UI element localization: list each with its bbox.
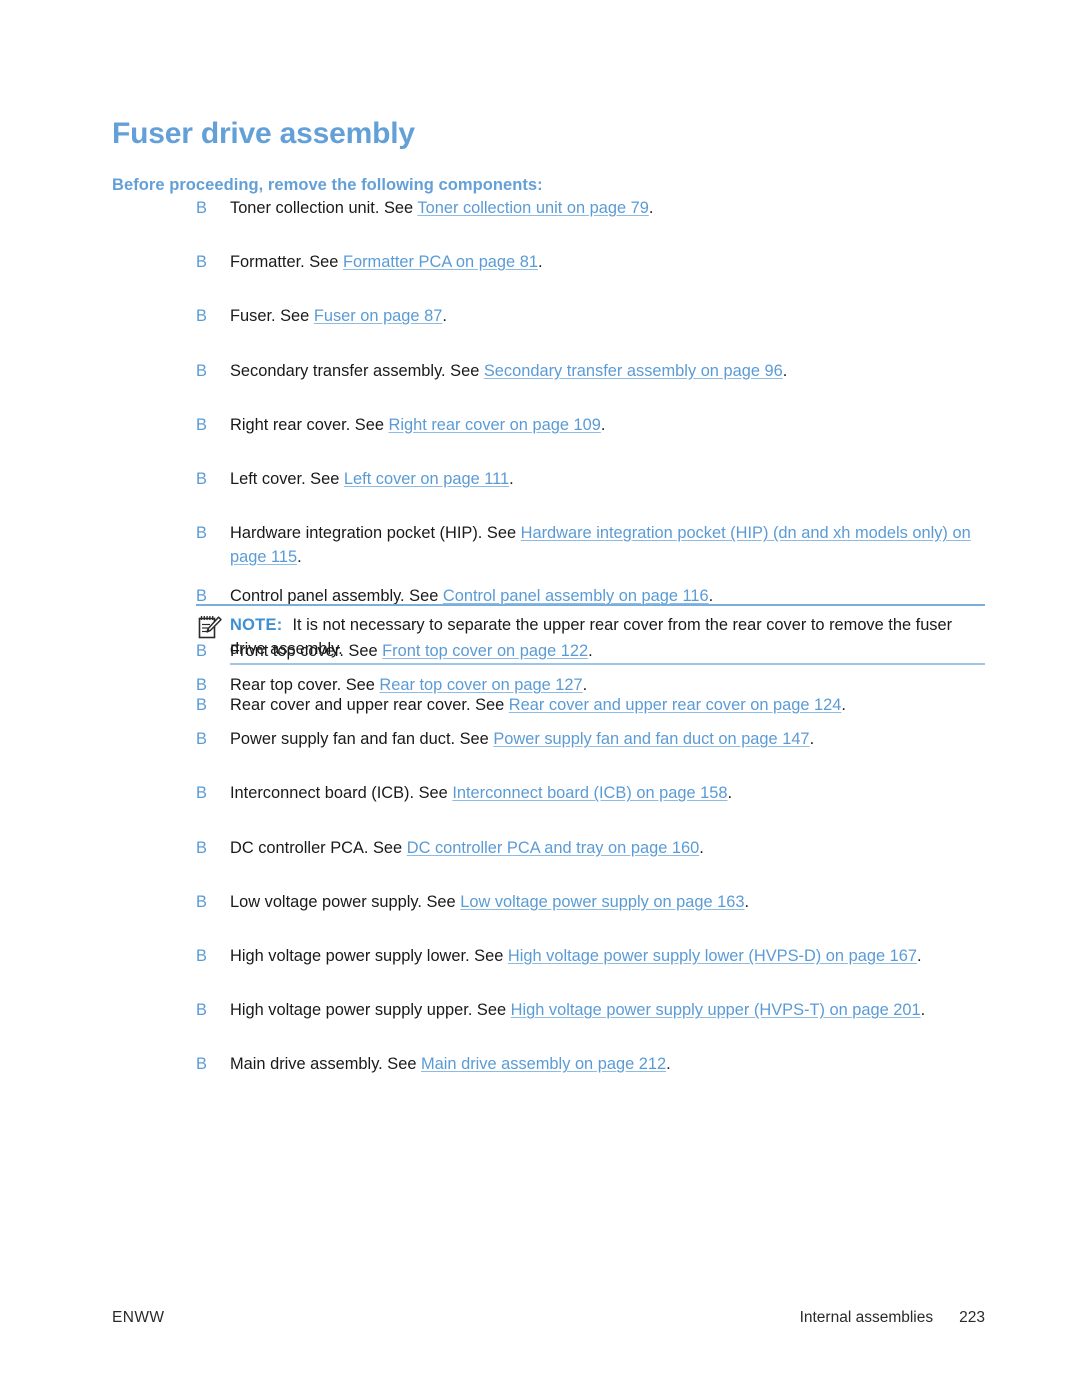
component-list-item: B Low voltage power supply. See Low volta… xyxy=(0,890,1080,929)
sentence-terminator: . xyxy=(509,469,514,488)
cross-reference-link[interactable]: Power supply fan and fan duct on page 14… xyxy=(493,730,809,748)
note-label: NOTE: xyxy=(230,616,283,634)
bullet-marker-icon: B xyxy=(196,1001,207,1020)
cross-reference-link[interactable]: Rear top cover on page 127 xyxy=(379,676,582,694)
cross-reference-link[interactable]: Formatter PCA on page 81 xyxy=(343,253,538,271)
component-description: Hardware integration pocket (HIP). See xyxy=(230,524,521,543)
component-list-item: B DC controller PCA. See DC controller PC… xyxy=(0,836,1080,875)
sentence-terminator: . xyxy=(699,838,704,857)
bullet-marker-icon: B xyxy=(196,676,207,694)
component-description: Main drive assembly. See xyxy=(230,1055,421,1074)
note-text: It is not necessary to separate the uppe… xyxy=(230,616,953,658)
component-description: High voltage power supply lower. See xyxy=(230,946,508,965)
sentence-terminator: . xyxy=(920,1001,926,1020)
component-list-item: B Rear top cover. See Rear top cover on p… xyxy=(0,673,1080,712)
component-list-item: B Toner collection unit. See Toner collec… xyxy=(0,196,1080,235)
bullet-marker-icon: B xyxy=(196,415,207,434)
component-description: Formatter. See xyxy=(230,253,343,272)
component-list-item: B Secondary transfer assembly. See Second… xyxy=(0,359,1080,398)
cross-reference-link[interactable]: DC controller PCA and tray on page 160 xyxy=(407,839,699,857)
sentence-terminator: . xyxy=(537,253,543,272)
sentence-terminator: . xyxy=(582,676,588,694)
cross-reference-link[interactable]: Low voltage power supply on page 163 xyxy=(460,893,744,911)
sentence-terminator: . xyxy=(442,307,447,326)
sentence-terminator: . xyxy=(708,587,714,606)
footer-locale-label: ENWW xyxy=(112,1309,165,1326)
cross-reference-link[interactable]: Toner collection unit on page 79 xyxy=(417,199,648,217)
component-list-item: B Left cover. See Left cover on page 111. xyxy=(0,467,1080,506)
component-description: Left cover. See xyxy=(230,469,344,488)
component-description: High voltage power supply upper. See xyxy=(230,1001,511,1020)
sentence-terminator: . xyxy=(916,946,922,965)
note-bottom-rule xyxy=(230,663,985,665)
component-description: Toner collection unit. See xyxy=(230,199,418,217)
component-description: Right rear cover. See xyxy=(230,415,389,434)
footer-right-group: Internal assemblies 223 xyxy=(800,1309,985,1327)
bullet-marker-icon: B xyxy=(196,892,207,911)
page-title: Fuser drive assembly xyxy=(112,117,415,151)
component-list-item: B High voltage power supply lower. See Hi… xyxy=(0,944,1080,983)
cross-reference-link[interactable]: Main drive assembly on page 212 xyxy=(421,1055,666,1073)
component-description: Low voltage power supply. See xyxy=(230,892,461,911)
cross-reference-link[interactable]: High voltage power supply upper (HVPS-T)… xyxy=(511,1001,921,1019)
component-description: DC controller PCA. See xyxy=(230,838,407,857)
sentence-terminator: . xyxy=(297,548,302,567)
sentence-terminator: . xyxy=(782,361,788,380)
cross-reference-link[interactable]: Interconnect board (ICB) on page 158 xyxy=(452,784,727,802)
component-list-item: B High voltage power supply upper. See Hi… xyxy=(0,998,1080,1037)
cross-reference-link[interactable]: Control panel assembly on page 116 xyxy=(443,587,709,605)
bullet-marker-icon: B xyxy=(196,838,207,857)
component-description: Power supply fan and fan duct. See xyxy=(230,730,494,749)
page-footer: ENWW Internal assemblies 223 xyxy=(0,1309,1080,1333)
cross-reference-link[interactable]: Secondary transfer assembly on page 96 xyxy=(484,362,783,380)
component-description: Control panel assembly. See xyxy=(230,587,443,606)
bullet-marker-icon: B xyxy=(196,199,207,217)
bullet-marker-icon: B xyxy=(196,730,207,749)
cross-reference-link[interactable]: Fuser on page 87 xyxy=(314,307,442,325)
note-top-rule xyxy=(196,604,985,606)
component-list-item: B Fuser. See Fuser on page 87. xyxy=(0,304,1080,343)
bullet-marker-icon: B xyxy=(196,361,207,380)
cross-reference-link[interactable]: Left cover on page 111 xyxy=(344,470,509,488)
sentence-terminator: . xyxy=(648,199,654,217)
component-list-item: B Hardware integration pocket (HIP). See … xyxy=(0,521,1080,569)
note-text-block: NOTE: It is not necessary to separate the… xyxy=(230,613,985,661)
component-list-item: B Formatter. See Formatter PCA on page 81… xyxy=(0,250,1080,289)
component-description: Secondary transfer assembly. See xyxy=(230,361,484,380)
footer-section-label: Internal assemblies xyxy=(799,1309,934,1326)
bullet-marker-icon: B xyxy=(196,253,207,272)
sentence-terminator: . xyxy=(809,730,815,749)
cross-reference-link[interactable]: Right rear cover on page 109 xyxy=(389,416,601,434)
components-list-after-note: B Rear top cover. See Rear top cover on p… xyxy=(0,673,1080,1107)
bullet-marker-icon: B xyxy=(196,1055,207,1074)
component-list-item: B Main drive assembly. See Main drive ass… xyxy=(0,1052,1080,1091)
bullet-marker-icon: B xyxy=(196,524,207,543)
bullet-marker-icon: B xyxy=(196,641,207,660)
component-description: Rear top cover. See xyxy=(230,676,380,694)
section-subtitle: Before proceeding, remove the following … xyxy=(112,175,543,194)
sentence-terminator: . xyxy=(600,415,606,434)
footer-page-number: 223 xyxy=(959,1309,985,1326)
sentence-terminator: . xyxy=(744,892,750,911)
sentence-terminator: . xyxy=(727,784,733,803)
bullet-marker-icon: B xyxy=(196,946,207,965)
document-page: Fuser drive assembly Before proceeding, … xyxy=(0,0,1080,1397)
component-list-item: B Power supply fan and fan duct. See Powe… xyxy=(0,727,1080,766)
cross-reference-link[interactable]: High voltage power supply lower (HVPS-D)… xyxy=(508,947,917,965)
component-list-item: B Interconnect board (ICB). See Interconn… xyxy=(0,781,1080,820)
bullet-marker-icon: B xyxy=(196,784,207,803)
component-list-item: B Right rear cover. See Right rear cover … xyxy=(0,413,1080,452)
bullet-marker-icon: B xyxy=(196,307,207,326)
component-description: Fuser. See xyxy=(230,307,314,326)
notepad-pencil-icon xyxy=(197,614,223,641)
bullet-marker-icon: B xyxy=(196,469,207,488)
component-description: Interconnect board (ICB). See xyxy=(230,784,453,803)
sentence-terminator: . xyxy=(666,1055,671,1074)
